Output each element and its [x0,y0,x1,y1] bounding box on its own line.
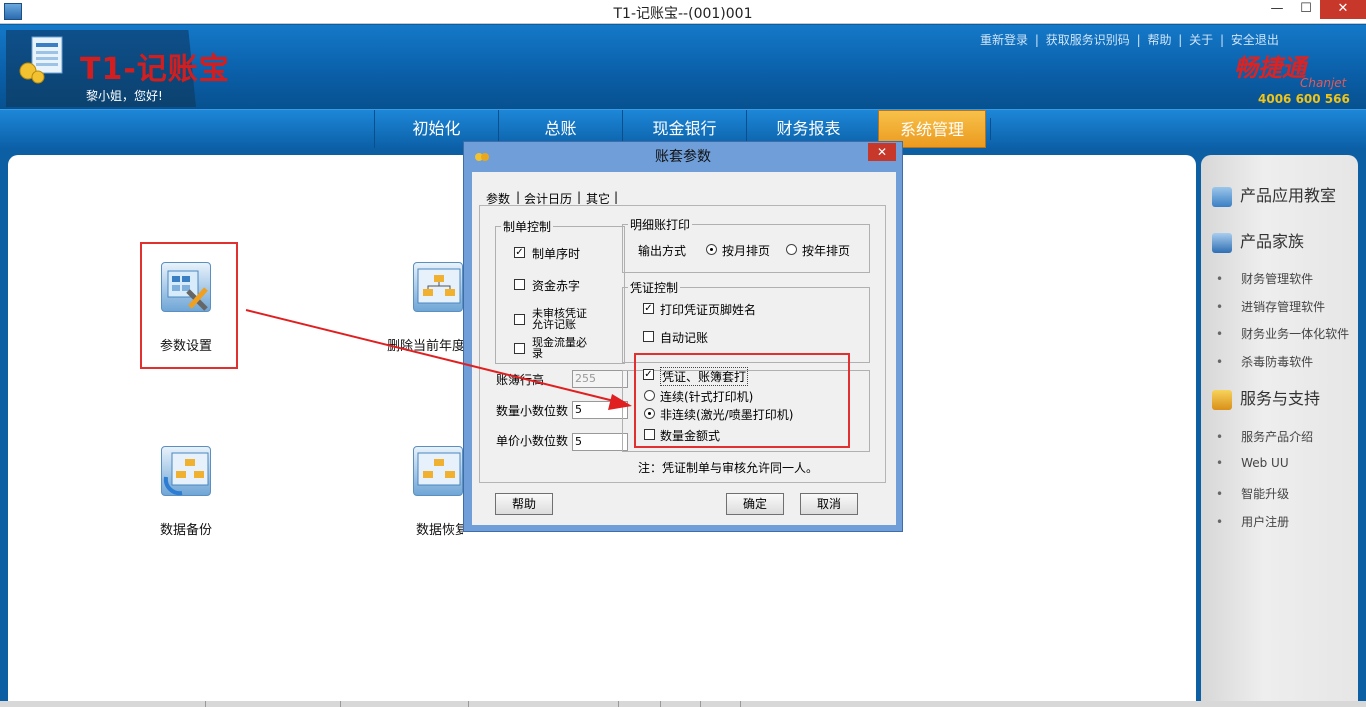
sidebar-family-label: 产品家族 [1240,232,1305,251]
print-footer-name-checkbox[interactable]: ✓ [643,303,654,314]
status-segment [468,701,469,707]
fund-deficit-label: 资金赤字 [532,279,581,293]
help-link[interactable]: 帮助 [1147,33,1171,47]
delete-year-icon[interactable] [413,262,463,312]
data-backup-icon[interactable] [161,446,211,496]
voucher-entry-title: 制单控制 [501,218,554,235]
link-separator: | [1034,33,1039,47]
sidebar-item-webuu[interactable]: Web UU [1216,456,1289,470]
brand-logo-en: Chanjet [1300,76,1347,90]
seq-entry-checkbox[interactable]: ✓ [514,247,525,258]
cancel-button[interactable]: 取消 [800,493,858,515]
safe-exit-link[interactable]: 安全退出 [1231,33,1279,47]
status-segment [618,701,619,707]
sidebar-support-label: 服务与支持 [1240,389,1321,408]
link-separator: | [1220,33,1225,47]
data-restore-label: 数据恢复 [416,523,463,538]
support-icon [1212,389,1232,410]
classroom-icon [1212,186,1232,207]
sidebar-classroom[interactable]: 产品应用教室 [1212,182,1336,207]
about-link[interactable]: 关于 [1189,33,1213,47]
relogin-link[interactable]: 重新登录 [980,33,1028,47]
sidebar-item-register[interactable]: 用户注册 [1216,513,1289,530]
tab-separator: | [516,190,521,204]
link-separator: | [1178,33,1183,47]
sidebar-support[interactable]: 服务与支持 [1212,385,1320,410]
backup-icon [163,452,209,496]
header-links: 重新登录 | 获取服务识别码 | 帮助 | 关于 | 安全退出 [980,31,1360,48]
price-decimals-label: 单价小数位数 [496,434,569,448]
highlight-box-print [634,353,850,448]
unaudited-post-checkbox[interactable] [514,314,525,325]
org-chart-icon [417,268,461,304]
voucher-control-group [622,287,870,363]
highlight-box-param [140,242,238,369]
fund-deficit-checkbox[interactable] [514,279,525,290]
sidebar-item-integrated[interactable]: 财务业务一体化软件 [1216,325,1349,342]
cash-flow-required-checkbox[interactable] [514,343,525,354]
by-month-radio[interactable] [706,244,717,255]
sidebar-item-antivirus[interactable]: 杀毒防毒软件 [1216,353,1313,370]
tab-calendar[interactable]: 会计日历 [524,190,572,207]
user-greeting: 黎小姐，您好! [86,89,163,103]
qty-decimals-label: 数量小数位数 [496,404,569,418]
ok-button[interactable]: 确定 [726,493,784,515]
nav-divider [990,118,991,140]
status-segment [660,701,661,707]
tab-other[interactable]: 其它 [586,190,610,207]
sidebar-item-finance[interactable]: 财务管理软件 [1216,270,1313,287]
window-title: T1-记账宝--(001)001 [613,6,753,22]
ledger-logo-icon [19,36,63,84]
status-segment [740,701,741,707]
output-mode-label: 输出方式 [638,244,687,258]
unaudited-post-label: 未审核凭证允许记账 [532,307,587,331]
status-segment [700,701,701,707]
ledger-print-title: 明细账打印 [628,216,693,233]
price-decimals-input[interactable]: 5 [572,433,628,451]
data-restore-icon[interactable] [413,446,463,496]
link-separator: | [1136,33,1141,47]
seq-entry-label: 制单序时 [532,247,581,261]
close-window-button[interactable]: ✕ [1320,0,1366,19]
by-year-radio[interactable] [786,244,797,255]
by-month-label: 按月排页 [722,244,771,258]
status-segment [205,701,206,707]
qty-decimals-input[interactable]: 5 [572,401,628,419]
cash-flow-required-label: 现金流量必录 [532,337,587,360]
sidebar-item-inventory[interactable]: 进销存管理软件 [1216,298,1325,315]
by-year-label: 按年排页 [802,244,851,258]
auto-post-checkbox[interactable] [643,331,654,342]
tab-separator: | [577,190,582,204]
tab-params[interactable]: 参数 [486,190,510,207]
voucher-control-title: 凭证控制 [628,279,681,296]
brand-logo: 畅捷通 [1234,54,1306,82]
help-button[interactable]: 帮助 [495,493,553,515]
row-height-input[interactable]: 255 [572,370,628,388]
sidebar-family[interactable]: 产品家族 [1212,228,1304,253]
sidebar-item-service[interactable]: 服务产品介绍 [1216,428,1313,445]
minimize-button[interactable]: — [1262,0,1292,19]
status-segment [340,701,341,707]
dialog-note: 注：凭证制单与审核允许同一人。 [638,461,819,475]
maximize-button[interactable]: ☐ [1292,0,1320,19]
brand-phone: 4006 600 566 [1258,92,1350,106]
row-height-label: 账簿行高 [496,373,545,387]
data-backup-label: 数据备份 [160,523,213,538]
tab-separator: | [614,190,619,204]
product-logo: T1-记账宝 [80,52,230,87]
dialog-title: 账套参数 [655,149,711,165]
restore-icon [417,452,461,486]
service-code-link[interactable]: 获取服务识别码 [1046,33,1130,47]
sidebar-classroom-label: 产品应用教室 [1240,186,1337,205]
auto-post-label: 自动记账 [660,331,709,345]
delete-year-label: 删除当前年度 [387,339,463,354]
product-family-icon [1212,232,1232,253]
sidebar-item-upgrade[interactable]: 智能升级 [1216,485,1289,502]
print-footer-name-label: 打印凭证页脚姓名 [660,303,757,317]
dialog-close-button[interactable]: ✕ [868,143,896,161]
